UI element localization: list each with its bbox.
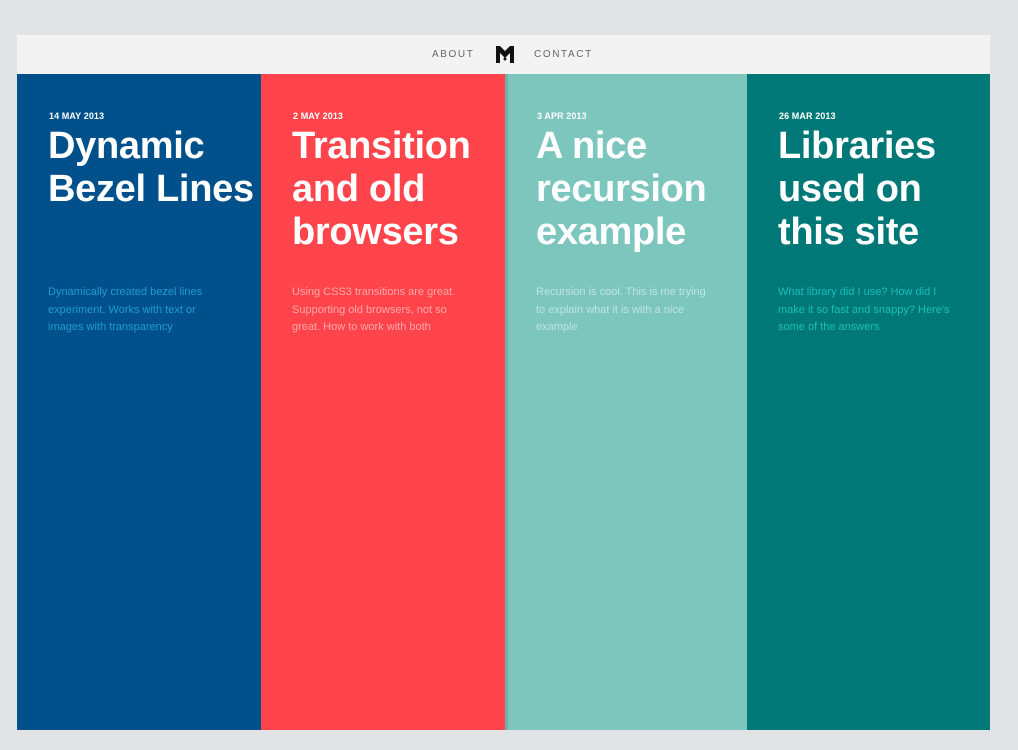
post-excerpt: Using CSS3 transitions are great. Suppor… [292, 286, 456, 333]
m-monogram-logo-icon[interactable] [496, 46, 514, 63]
post-date: 2 MAY 2013 [293, 111, 344, 121]
top-navigation: ABOUT CONTACT [17, 35, 990, 74]
post-card-a-nice-recursion-example[interactable]: 3 APR 2013 A nice recursion example Recu… [505, 74, 747, 730]
post-excerpt: Dynamically created bezel lines experime… [48, 286, 203, 333]
post-title: Transition and old browsers [292, 125, 471, 253]
post-excerpt: What library did I use? How did I make i… [778, 286, 950, 333]
post-title: Dynamic Bezel Lines [48, 125, 254, 210]
post-excerpt: Recursion is cool. This is me trying to … [536, 286, 706, 333]
post-title: A nice recursion example [536, 125, 707, 253]
post-columns: 14 MAY 2013 Dynamic Bezel Lines Dynamica… [17, 74, 990, 730]
post-date: 3 APR 2013 [537, 111, 587, 121]
nav-link-about[interactable]: ABOUT [432, 49, 474, 61]
nav-link-contact[interactable]: CONTACT [534, 49, 593, 61]
post-card-transition-and-old-browsers[interactable]: 2 MAY 2013 Transition and old browsers U… [261, 74, 505, 730]
post-date: 14 MAY 2013 [49, 111, 105, 121]
post-title: Libraries used on this site [778, 125, 936, 253]
site-frame: ABOUT CONTACT 14 MAY 2013 Dynamic Bezel … [17, 35, 990, 730]
post-card-libraries-used-on-this-site[interactable]: 26 MAR 2013 Libraries used on this site … [747, 74, 990, 730]
post-date: 26 MAR 2013 [779, 111, 836, 121]
post-card-dynamic-bezel-lines[interactable]: 14 MAY 2013 Dynamic Bezel Lines Dynamica… [17, 74, 261, 730]
